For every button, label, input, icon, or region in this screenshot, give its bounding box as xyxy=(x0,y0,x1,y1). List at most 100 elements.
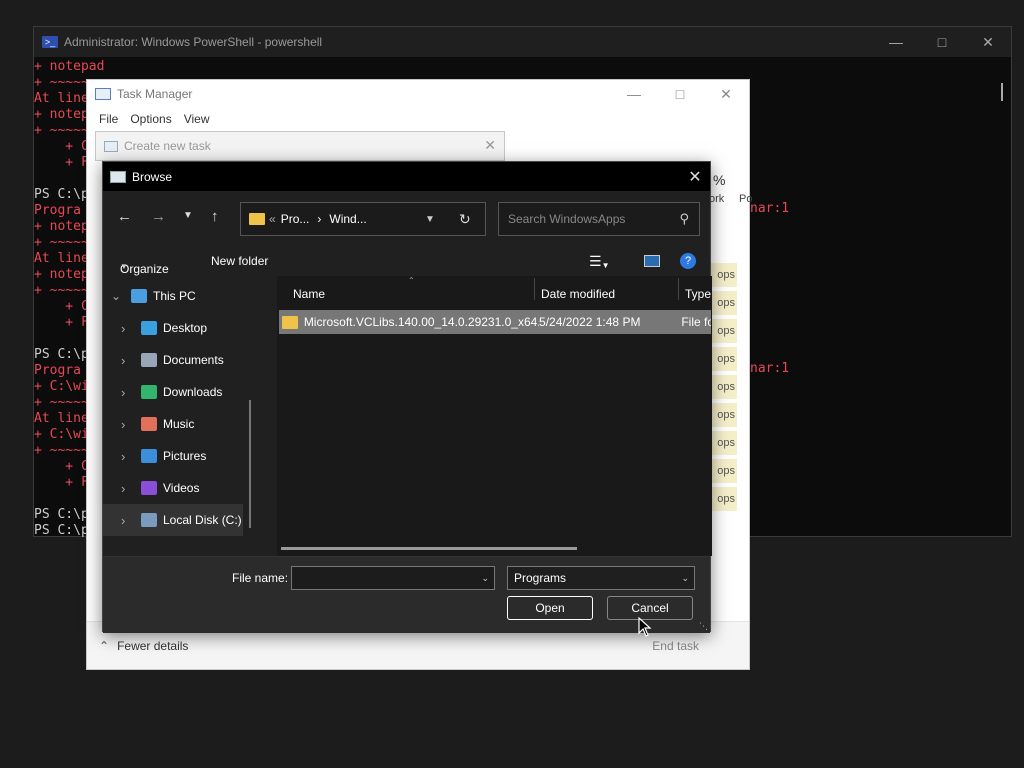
chevron-right-icon[interactable]: › xyxy=(121,513,141,528)
sidebar-item-local-disk-c[interactable]: › Local Disk (C:) xyxy=(103,504,243,536)
mouse-cursor-icon xyxy=(638,617,652,637)
horizontal-scrollbar[interactable] xyxy=(281,547,577,550)
end-task-button[interactable]: End task xyxy=(652,639,699,653)
open-button[interactable]: Open xyxy=(507,596,593,620)
chevron-down-icon[interactable]: ⌄ xyxy=(111,289,131,303)
address-dropdown-icon[interactable]: ▼ xyxy=(425,214,435,225)
menu-file[interactable]: File xyxy=(93,112,124,126)
network-percent: % xyxy=(713,172,726,188)
downloads-icon xyxy=(141,385,157,399)
chevron-right-icon[interactable]: › xyxy=(121,417,141,432)
resize-grip-icon[interactable]: ⋱ xyxy=(699,621,708,632)
close-button[interactable]: ✕ xyxy=(965,27,1011,57)
back-arrow-icon[interactable]: ← xyxy=(117,208,132,225)
desktop-icon xyxy=(141,321,157,335)
date-modified-cell: 5/24/2022 1:48 PM xyxy=(539,315,641,329)
documents-icon xyxy=(141,353,157,367)
sidebar-scrollbar[interactable] xyxy=(249,400,251,528)
chevron-right-icon[interactable]: › xyxy=(121,481,141,496)
browse-titlebar[interactable]: Browse ✕ xyxy=(103,162,710,191)
sidebar-item-label: Videos xyxy=(163,481,200,495)
sidebar-item-pictures[interactable]: › Pictures xyxy=(103,440,243,472)
local-disk-icon xyxy=(141,513,157,527)
address-bar[interactable]: « Pro... › Wind... ▼ ↻ xyxy=(240,202,486,236)
breadcrumb-windowsapps[interactable]: Wind... xyxy=(329,212,366,226)
sort-up-icon: ⌃ xyxy=(408,276,415,285)
folder-icon xyxy=(282,315,298,329)
powershell-title: Administrator: Windows PowerShell - powe… xyxy=(64,35,323,49)
maximize-button[interactable]: □ xyxy=(919,27,965,57)
search-icon: ⚲ xyxy=(679,211,689,226)
preview-pane-icon[interactable] xyxy=(644,255,660,267)
column-date-modified[interactable]: Date modified xyxy=(541,287,615,301)
menu-view[interactable]: View xyxy=(178,112,216,126)
column-power[interactable]: Po xyxy=(739,193,752,205)
file-type-select[interactable]: Programs ⌄ xyxy=(507,566,695,590)
minimize-button[interactable]: — xyxy=(873,27,919,57)
column-type[interactable]: Type xyxy=(685,287,711,301)
process-row-cell[interactable]: ops xyxy=(711,347,737,371)
maximize-button[interactable]: □ xyxy=(657,80,703,108)
process-row-cell[interactable]: ops xyxy=(711,487,737,511)
create-new-task-title: Create new task xyxy=(124,139,211,153)
minimize-button[interactable]: — xyxy=(611,80,657,108)
chevron-down-icon: ⌄ xyxy=(681,572,689,583)
forward-arrow-icon[interactable]: → xyxy=(151,208,166,225)
search-input[interactable]: Search WindowsApps ⚲ xyxy=(498,202,700,236)
breadcrumb-programs[interactable]: Pro... xyxy=(281,212,310,226)
powershell-icon: >_ xyxy=(42,36,58,48)
recent-locations-chevron-icon[interactable]: ▼ xyxy=(183,210,193,221)
chevron-right-icon[interactable]: › xyxy=(121,385,141,400)
process-row-cell[interactable]: ops xyxy=(711,375,737,399)
file-name-field[interactable]: ⌄ xyxy=(291,566,495,590)
view-options-icon[interactable]: ☰ ▼ xyxy=(589,253,609,270)
fewer-details-button[interactable]: ⌃ Fewer details xyxy=(99,639,188,653)
sidebar-item-downloads[interactable]: › Downloads xyxy=(103,376,243,408)
column-network[interactable]: ork xyxy=(709,193,724,205)
close-button[interactable]: ✕ xyxy=(680,162,710,191)
sidebar-item-this-pc[interactable]: ⌄ This PC xyxy=(103,280,243,312)
chevron-right-icon[interactable]: › xyxy=(121,449,141,464)
sidebar-item-music[interactable]: › Music xyxy=(103,408,243,440)
console-text-fragment: nar:1 xyxy=(750,361,790,376)
close-icon[interactable]: ✕ xyxy=(484,137,496,154)
sidebar-item-label: Music xyxy=(163,417,195,431)
console-text-fragment: nar:1 xyxy=(750,201,790,216)
overflow-chevron-icon[interactable]: « xyxy=(269,212,276,226)
new-folder-button[interactable]: New folder xyxy=(211,254,268,268)
chevron-right-icon[interactable]: › xyxy=(121,353,141,368)
breadcrumb-separator-icon: › xyxy=(317,212,322,226)
music-icon xyxy=(141,417,157,431)
menu-options[interactable]: Options xyxy=(124,112,177,126)
command-toolbar: Organize ▼ New folder ☰ ▼ ? xyxy=(103,246,710,276)
help-icon[interactable]: ? xyxy=(680,253,696,269)
file-name-cell: Microsoft.VCLibs.140.00_14.0.29231.0_x64… xyxy=(303,315,540,329)
sidebar-item-documents[interactable]: › Documents xyxy=(103,344,243,376)
chevron-right-icon[interactable]: › xyxy=(121,321,141,336)
process-row-cell[interactable]: ops xyxy=(711,459,737,483)
folder-icon xyxy=(249,213,265,225)
table-row[interactable]: Microsoft.VCLibs.140.00_14.0.29231.0_x64… xyxy=(279,310,711,334)
refresh-icon[interactable]: ↻ xyxy=(459,211,471,228)
console-scrollbar[interactable] xyxy=(1001,83,1003,101)
console-line: + notepad xyxy=(34,59,105,74)
up-arrow-icon[interactable]: ↑ xyxy=(211,208,219,225)
pictures-icon xyxy=(141,449,157,463)
browse-title: Browse xyxy=(132,169,173,184)
task-manager-titlebar[interactable]: Task Manager — □ ✕ xyxy=(87,80,749,108)
powershell-titlebar[interactable]: >_ Administrator: Windows PowerShell - p… xyxy=(34,27,1011,57)
file-name-label: File name: xyxy=(232,571,289,585)
this-pc-icon xyxy=(131,289,147,303)
process-row-cell[interactable]: ops xyxy=(711,263,737,287)
sidebar-item-desktop[interactable]: › Desktop xyxy=(103,312,243,344)
sidebar-item-label: Downloads xyxy=(163,385,223,399)
close-button[interactable]: ✕ xyxy=(703,80,749,108)
process-row-cell[interactable]: ops xyxy=(711,319,737,343)
process-row-cell[interactable]: ops xyxy=(711,403,737,427)
process-row-cell[interactable]: ops xyxy=(711,431,737,455)
column-name[interactable]: Name xyxy=(293,287,325,301)
sidebar-item-videos[interactable]: › Videos xyxy=(103,472,243,504)
process-row-cell[interactable]: ops xyxy=(711,291,737,315)
run-icon xyxy=(104,140,118,152)
chevron-down-icon: ▼ xyxy=(120,262,128,271)
